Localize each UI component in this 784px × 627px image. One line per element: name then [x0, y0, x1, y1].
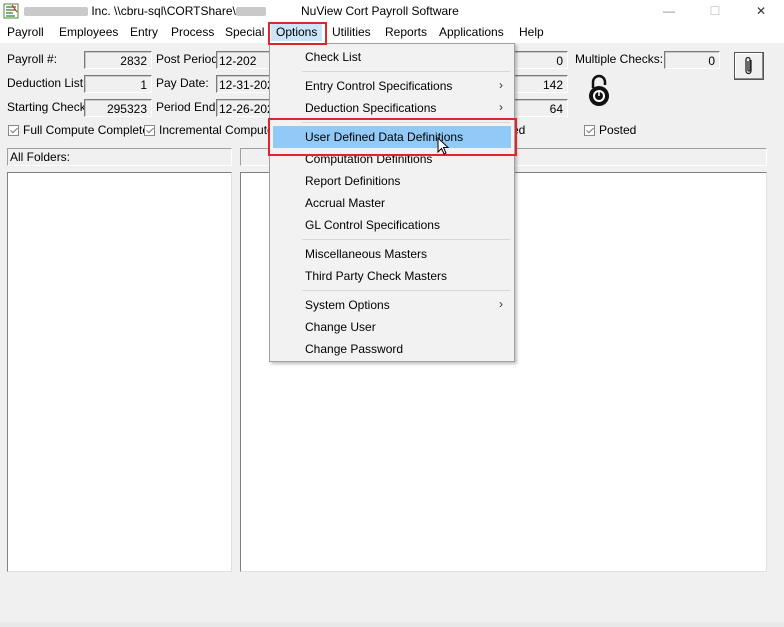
menu-separator — [302, 290, 510, 291]
status-strip — [0, 622, 784, 627]
multiple-checks-field[interactable]: 0 — [664, 51, 720, 69]
menu-item-label: Third Party Check Masters — [305, 269, 448, 283]
full-compute-checkbox[interactable] — [8, 125, 19, 136]
menu-item-label: Accrual Master — [305, 196, 386, 210]
payroll-label: Payroll #: — [7, 52, 58, 66]
menu-item-label: Check List — [305, 50, 362, 64]
menu-item-deduction-specifications[interactable]: Deduction Specifications › — [273, 97, 511, 119]
submenu-arrow-icon: › — [499, 297, 503, 311]
menu-item-system-options[interactable]: System Options › — [273, 294, 511, 316]
full-compute-label: Full Compute Complete — [23, 123, 150, 137]
menu-item-label: Miscellaneous Masters — [305, 247, 428, 261]
menu-item-label: Entry Control Specifications — [305, 79, 453, 93]
lock-icon — [589, 74, 609, 106]
menu-process[interactable]: Process — [171, 25, 214, 39]
paperclip-icon — [745, 56, 752, 75]
starting-check-field[interactable]: 295323 — [84, 99, 152, 117]
starting-check-label: Starting Check: — [7, 100, 90, 114]
menu-entry[interactable]: Entry — [130, 25, 158, 39]
menu-item-label: Change User — [305, 320, 376, 334]
menu-reports[interactable]: Reports — [385, 25, 427, 39]
pay-date-label: Pay Date: — [156, 76, 209, 90]
title-path: Inc. \\cbru-sql\CORTShare\ — [24, 4, 266, 18]
menu-special[interactable]: Special — [225, 25, 264, 39]
menu-item-accrual-master[interactable]: Accrual Master — [273, 192, 511, 214]
minimize-icon: — — [663, 4, 675, 18]
menu-utilities[interactable]: Utilities — [332, 25, 371, 39]
title-path-text: Inc. \\cbru-sql\CORTShare\ — [91, 4, 236, 18]
menu-item-label: Deduction Specifications — [305, 101, 437, 115]
redacted-text — [24, 7, 88, 17]
menu-item-third-party-check-masters[interactable]: Third Party Check Masters — [273, 265, 511, 287]
deduction-list-field[interactable]: 1 — [84, 75, 152, 93]
menu-item-miscellaneous-masters[interactable]: Miscellaneous Masters — [273, 243, 511, 265]
maximize-button[interactable]: ☐ — [692, 0, 738, 22]
menu-payroll[interactable]: Payroll — [7, 25, 44, 39]
deduction-list-label: Deduction List: — [7, 76, 87, 90]
incremental-compute-label: Incremental Compute C — [159, 123, 286, 137]
menu-item-label: System Options — [305, 298, 390, 312]
menu-item-change-password[interactable]: Change Password — [273, 338, 511, 360]
menu-item-entry-control-specifications[interactable]: Entry Control Specifications › — [273, 75, 511, 97]
menu-item-change-user[interactable]: Change User — [273, 316, 511, 338]
redacted-text — [235, 7, 266, 17]
app-title: NuView Cort Payroll Software — [301, 4, 459, 18]
post-period-label: Post Period: — [156, 52, 222, 66]
payroll-number-field[interactable]: 2832 — [84, 51, 152, 69]
mouse-cursor-icon — [437, 137, 450, 155]
close-button[interactable]: ✕ — [738, 0, 784, 22]
pay-date-field[interactable]: 12-31-202 — [216, 75, 272, 93]
menu-bar: Payroll Employees Entry Process Special … — [0, 22, 784, 43]
menu-help[interactable]: Help — [519, 25, 544, 39]
menu-item-check-list[interactable]: Check List — [273, 46, 511, 68]
period-end-label: Period End: — [156, 100, 219, 114]
folders-tree[interactable] — [7, 172, 232, 572]
submenu-arrow-icon: › — [499, 78, 503, 92]
close-icon: ✕ — [755, 4, 767, 18]
annotation-highlight-user-defined — [268, 118, 517, 156]
menu-employees[interactable]: Employees — [59, 25, 118, 39]
maximize-icon: ☐ — [709, 4, 721, 18]
menu-applications[interactable]: Applications — [439, 25, 504, 39]
right-field-3[interactable]: 64 — [512, 99, 568, 117]
annotation-highlight-options — [268, 22, 327, 45]
app-icon — [3, 3, 19, 19]
attachment-button[interactable] — [734, 52, 764, 80]
minimize-button[interactable]: — — [646, 0, 692, 22]
incremental-compute-checkbox[interactable] — [144, 125, 155, 136]
posted-label: Posted — [599, 123, 637, 137]
folders-header: All Folders: — [7, 148, 232, 166]
submenu-arrow-icon: › — [499, 100, 503, 114]
title-bar: Inc. \\cbru-sql\CORTShare\ NuView Cort P… — [0, 0, 784, 22]
menu-item-label: Report Definitions — [305, 174, 401, 188]
menu-separator — [302, 239, 510, 240]
post-period-field[interactable]: 12-202 — [216, 51, 272, 69]
options-dropdown: Check List Entry Control Specifications ›… — [269, 43, 515, 362]
menu-item-label: GL Control Specifications — [305, 218, 440, 232]
menu-item-label: Change Password — [305, 342, 404, 356]
menu-item-gl-control-specifications[interactable]: GL Control Specifications — [273, 214, 511, 236]
period-end-field[interactable]: 12-26-202 — [216, 99, 272, 117]
posted-checkbox[interactable] — [584, 125, 595, 136]
multiple-checks-label: Multiple Checks: — [575, 52, 664, 66]
right-field-2[interactable]: 142 — [512, 75, 568, 93]
menu-separator — [302, 71, 510, 72]
right-field-1[interactable]: 0 — [512, 51, 568, 69]
menu-item-report-definitions[interactable]: Report Definitions — [273, 170, 511, 192]
